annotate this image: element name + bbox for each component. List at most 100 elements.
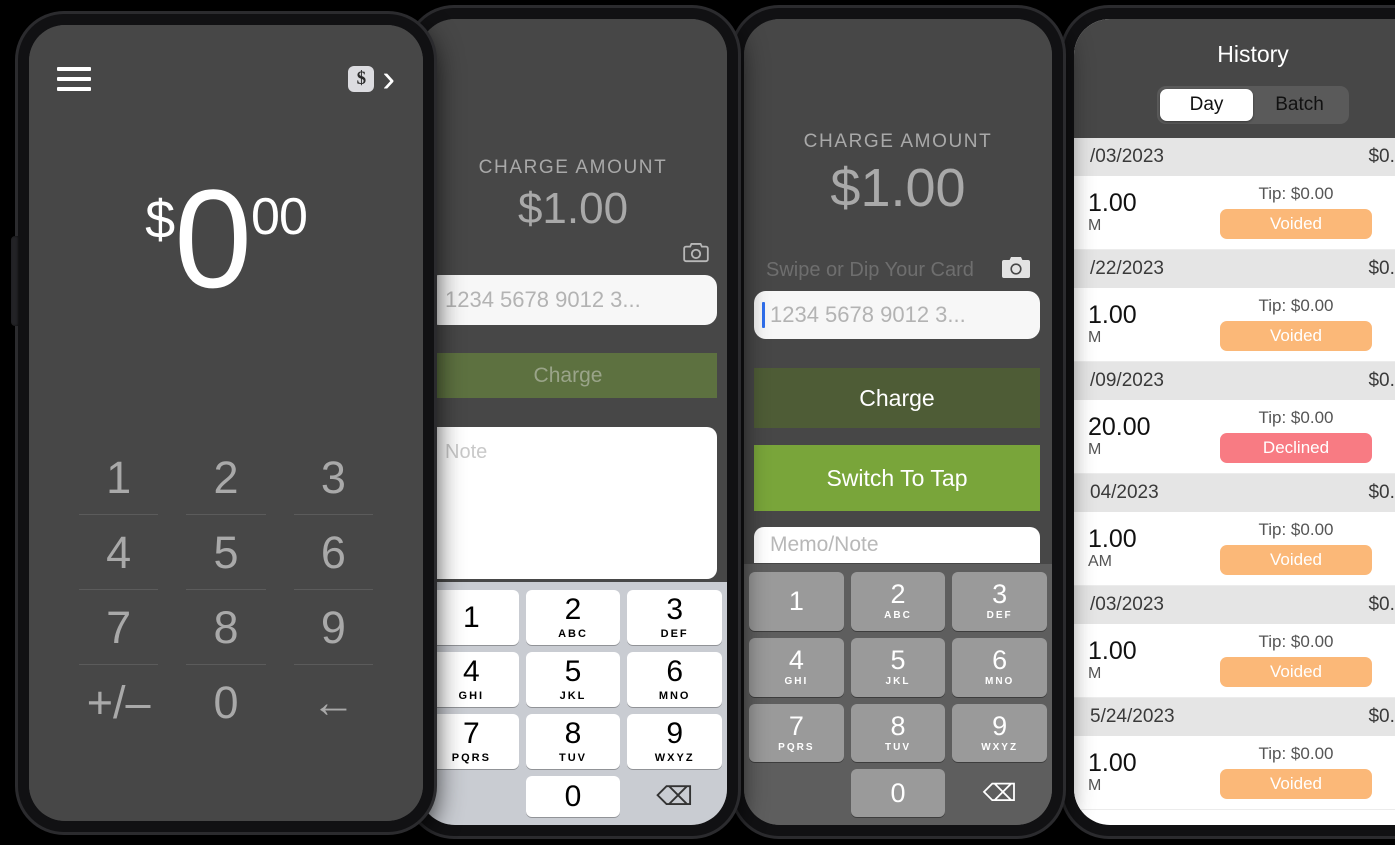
kb-key-1[interactable]: 1 — [424, 590, 519, 645]
kb-key-number: 2 — [890, 579, 906, 610]
key-6[interactable]: 6 — [280, 515, 387, 590]
kb-key-letters: WXYZ — [654, 752, 695, 764]
charge-button[interactable]: Charge — [419, 353, 717, 398]
kb-key-number: 0 — [564, 779, 582, 813]
hamburger-icon[interactable] — [57, 67, 91, 91]
transaction-list[interactable]: /03/2023$0.001.00MTip: $0.00Voided›/22/2… — [1074, 138, 1395, 810]
kb-key-number: 1 — [788, 585, 804, 616]
key-0-label: 0 — [213, 676, 239, 728]
kb-key-8[interactable]: 8 TUV — [850, 703, 946, 763]
group-date: /03/2023 — [1090, 594, 1164, 615]
table-row[interactable]: 20.00MTip: $0.00Declined› — [1074, 400, 1395, 474]
kb-key-number: 3 — [666, 593, 683, 626]
card-number-input[interactable]: 1234 5678 9012 3... — [427, 275, 717, 325]
kb-key-3[interactable]: 3 DEF — [952, 572, 1047, 631]
kb-key-6[interactable]: 6 MNO — [627, 652, 722, 707]
kb-key-number: 7 — [788, 710, 804, 741]
kb-key-9[interactable]: 9 WXYZ — [627, 714, 722, 769]
charge-button[interactable]: Charge — [754, 368, 1040, 428]
row-time: M — [1088, 776, 1102, 794]
kb-key-3[interactable]: 3 DEF — [627, 590, 722, 645]
table-row[interactable]: 1.00MTip: $0.00Voided› — [1074, 288, 1395, 362]
key-plus-minus[interactable]: +/– — [65, 665, 172, 740]
kb-key-2[interactable]: 2 ABC — [525, 590, 621, 645]
charge-amount-label: CHARGE AMOUNT — [478, 157, 668, 178]
key-0[interactable]: 0 — [172, 665, 279, 740]
history-header: History Day Batch — [1074, 19, 1395, 138]
card-number-input[interactable]: 1234 5678 9012 3... — [754, 291, 1040, 339]
charge-amount-label: CHARGE AMOUNT — [803, 131, 993, 152]
status-badge: Declined — [1220, 433, 1372, 463]
delete-backward-icon[interactable]: ⌫ — [952, 769, 1047, 817]
group-total: $0.00 — [1368, 482, 1395, 503]
row-time: M — [1088, 440, 1102, 458]
kb-key-letters: DEF — [660, 628, 689, 640]
memo-note-input[interactable]: Memo/Note — [754, 527, 1040, 563]
top-right-actions: $ › — [348, 60, 395, 98]
kb-key-4[interactable]: 4 GHI — [749, 637, 844, 697]
kb-key-2[interactable]: 2 ABC — [850, 572, 946, 631]
key-2[interactable]: 2 — [172, 440, 279, 515]
kb-key-4[interactable]: 4 GHI — [424, 652, 519, 707]
kb-key-7[interactable]: 7 PQRS — [749, 703, 844, 763]
kb-key-number: 1 — [462, 600, 480, 634]
side-button[interactable] — [11, 236, 19, 326]
transaction-group-header: /03/2023 $0.00 — [1074, 586, 1395, 624]
switch-to-tap-button[interactable]: Switch To Tap — [754, 445, 1040, 511]
phone-swipe-dip: CHARGE AMOUNT $1.00 Swipe or Dip Your Ca… — [726, 8, 1063, 836]
row-time: M — [1088, 216, 1102, 234]
table-row[interactable]: 1.00AMTip: $0.00Voided› — [1074, 512, 1395, 586]
amount-whole: 0 — [174, 160, 252, 317]
kb-key-letters: TUV — [558, 752, 587, 764]
row-left: 1.00 M — [1088, 637, 1200, 683]
numeric-keyboard-light[interactable]: 1 2 ABC 3 DEF 4 GHI 5 JKL 6 MNO 7 PQRS 8 TUV 9 WXYZ 0 ⌫ — [419, 582, 727, 825]
kb-key-5[interactable]: 5 JKL — [850, 637, 946, 697]
kb-key-letters: MNO — [984, 676, 1015, 688]
history-screen: History Day Batch /03/2023$0.001.00MTip:… — [1074, 19, 1395, 825]
kb-key-number: 9 — [666, 717, 683, 750]
kb-key-5[interactable]: 5 JKL — [525, 652, 621, 707]
camera-icon[interactable] — [1002, 257, 1030, 284]
key-backspace[interactable]: ← — [280, 665, 387, 740]
key-1[interactable]: 1 — [65, 440, 172, 515]
camera-icon[interactable] — [683, 243, 709, 268]
kb-key-number: 9 — [992, 710, 1008, 741]
kb-key-7[interactable]: 7 PQRS — [424, 714, 519, 769]
history-segmented-control[interactable]: Day Batch — [1157, 86, 1349, 124]
row-time: M — [1088, 328, 1102, 346]
key-3[interactable]: 3 — [280, 440, 387, 515]
kb-key-8[interactable]: 8 TUV — [525, 714, 621, 769]
note-input[interactable]: Note — [427, 427, 717, 579]
tab-batch[interactable]: Batch — [1253, 89, 1346, 121]
dollar-badge-icon[interactable]: $ — [348, 65, 375, 92]
numeric-keypad[interactable]: 1 2 3 4 5 6 7 8 9 +/– 0 ← — [65, 440, 387, 740]
kb-key-number: 6 — [666, 655, 683, 688]
kb-key-1[interactable]: 1 — [749, 572, 844, 631]
kb-key-0[interactable]: 0 — [850, 769, 946, 817]
key-3-label: 3 — [320, 451, 346, 503]
tab-day[interactable]: Day — [1160, 89, 1253, 121]
transaction-group-header: 04/2023 $0.00 — [1074, 474, 1395, 512]
key-9[interactable]: 9 — [280, 590, 387, 665]
table-row[interactable]: 1.00MTip: $0.00Voided› — [1074, 176, 1395, 250]
kb-key-0[interactable]: 0 — [525, 776, 621, 817]
kb-key-6[interactable]: 6 MNO — [952, 637, 1047, 697]
key-4[interactable]: 4 — [65, 515, 172, 590]
key-5[interactable]: 5 — [172, 515, 279, 590]
table-row[interactable]: 1.00MTip: $0.00Voided› — [1074, 736, 1395, 810]
kb-key-number: 6 — [992, 645, 1008, 676]
kb-key-number: 8 — [564, 717, 582, 750]
numeric-keyboard-dark[interactable]: 1 2 ABC 3 DEF 4 GHI 5 JKL 6 MNO 7 PQRS 8 TUV 9 WXYZ 0 ⌫ — [744, 564, 1052, 825]
kb-key-number: 5 — [890, 645, 906, 676]
key-7[interactable]: 7 — [65, 590, 172, 665]
table-row[interactable]: 1.00MTip: $0.00Voided› — [1074, 624, 1395, 698]
kb-key-9[interactable]: 9 WXYZ — [952, 703, 1047, 763]
key-8[interactable]: 8 — [172, 590, 279, 665]
row-center: Tip: $0.00 Voided — [1200, 520, 1392, 575]
delete-backward-icon[interactable]: ⌫ — [627, 776, 722, 817]
page-title: History — [1217, 41, 1289, 67]
row-left: 1.00 M — [1088, 189, 1200, 235]
chevron-right-icon[interactable]: › — [382, 60, 395, 98]
swipe-hint-text: Swipe or Dip Your Card — [766, 259, 974, 281]
kb-key-number: 0 — [890, 777, 906, 808]
